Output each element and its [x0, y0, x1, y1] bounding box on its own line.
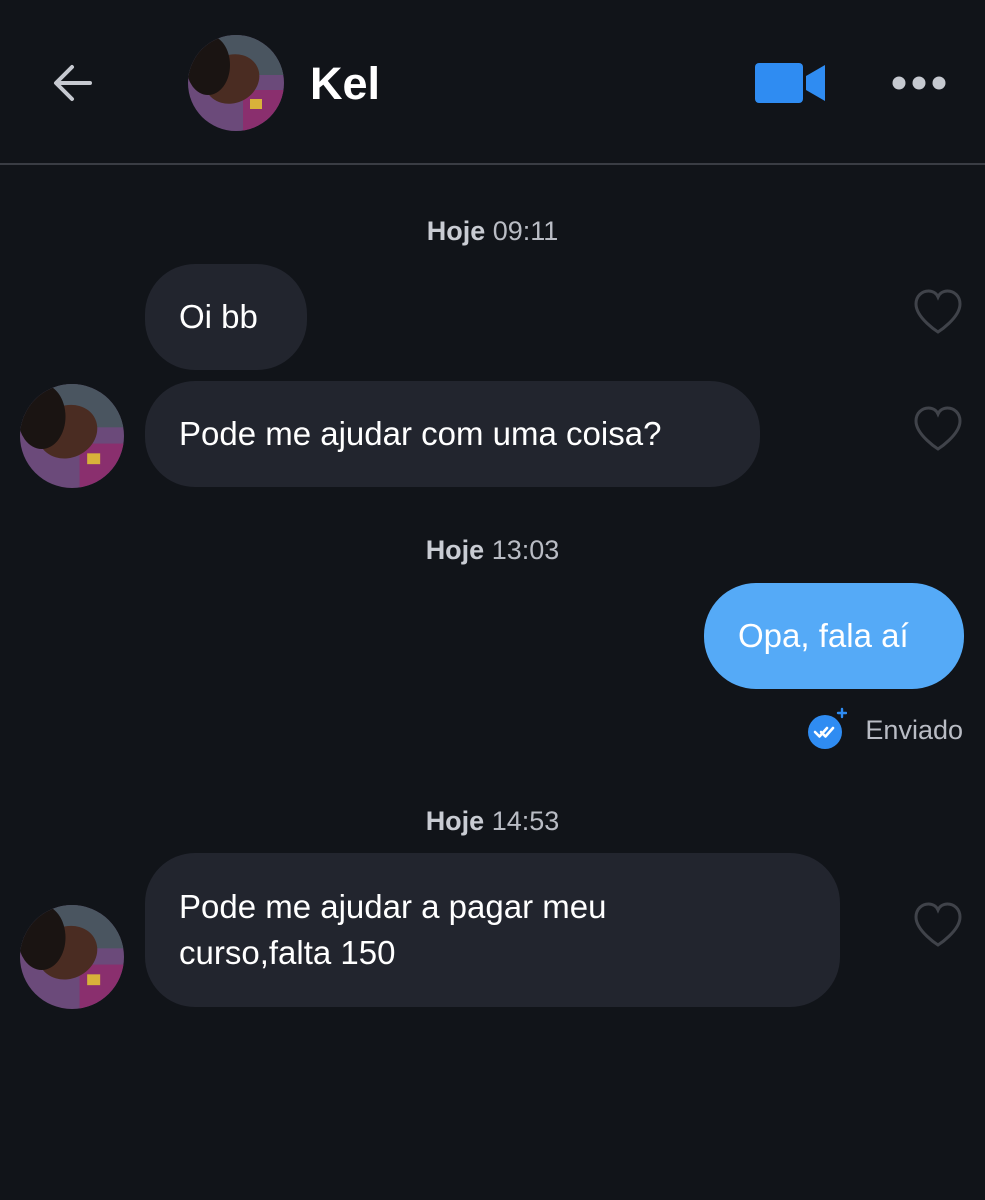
- message-status: Enviado: [807, 706, 963, 754]
- double-check-icon: [808, 707, 848, 749]
- outgoing-message-bubble[interactable]: Opa, fala aí: [704, 583, 964, 689]
- status-label: Enviado: [865, 714, 963, 745]
- timestamp-divider: Hoje 14:53: [0, 806, 985, 837]
- timestamp-day: Hoje: [425, 535, 485, 565]
- incoming-message-bubble[interactable]: Pode me ajudar com uma coisa?: [145, 381, 760, 487]
- timestamp-time: 13:03: [491, 535, 560, 565]
- heart-icon[interactable]: [913, 902, 963, 948]
- contact-name[interactable]: Kel: [310, 58, 380, 110]
- timestamp-divider: Hoje 09:11: [0, 216, 985, 247]
- back-arrow-icon[interactable]: [48, 58, 98, 108]
- timestamp-day: Hoje: [425, 806, 485, 836]
- avatar-photo: [20, 384, 124, 488]
- timestamp-time: 09:11: [492, 216, 559, 246]
- heart-icon[interactable]: [913, 289, 963, 335]
- message-text: Opa, fala aí: [738, 617, 909, 654]
- timestamp-divider: Hoje 13:03: [0, 535, 985, 566]
- more-dots-icon[interactable]: [890, 70, 948, 96]
- chat-header: Kel: [0, 0, 985, 165]
- message-avatar[interactable]: [20, 384, 124, 488]
- video-camera-icon[interactable]: [755, 60, 827, 106]
- message-text: Pode me ajudar a pagar meu curso,falta 1…: [179, 888, 607, 971]
- message-avatar[interactable]: [20, 905, 124, 1009]
- avatar-photo: [20, 905, 124, 1009]
- heart-icon[interactable]: [913, 406, 963, 452]
- incoming-message-bubble[interactable]: Pode me ajudar a pagar meu curso,falta 1…: [145, 853, 840, 1007]
- message-text: Pode me ajudar com uma coisa?: [179, 415, 662, 452]
- message-text: Oi bb: [179, 298, 258, 335]
- incoming-message-bubble[interactable]: Oi bb: [145, 264, 307, 370]
- timestamp-day: Hoje: [426, 216, 486, 246]
- avatar-photo: [188, 35, 284, 131]
- contact-avatar[interactable]: [188, 35, 284, 131]
- timestamp-time: 14:53: [491, 806, 560, 836]
